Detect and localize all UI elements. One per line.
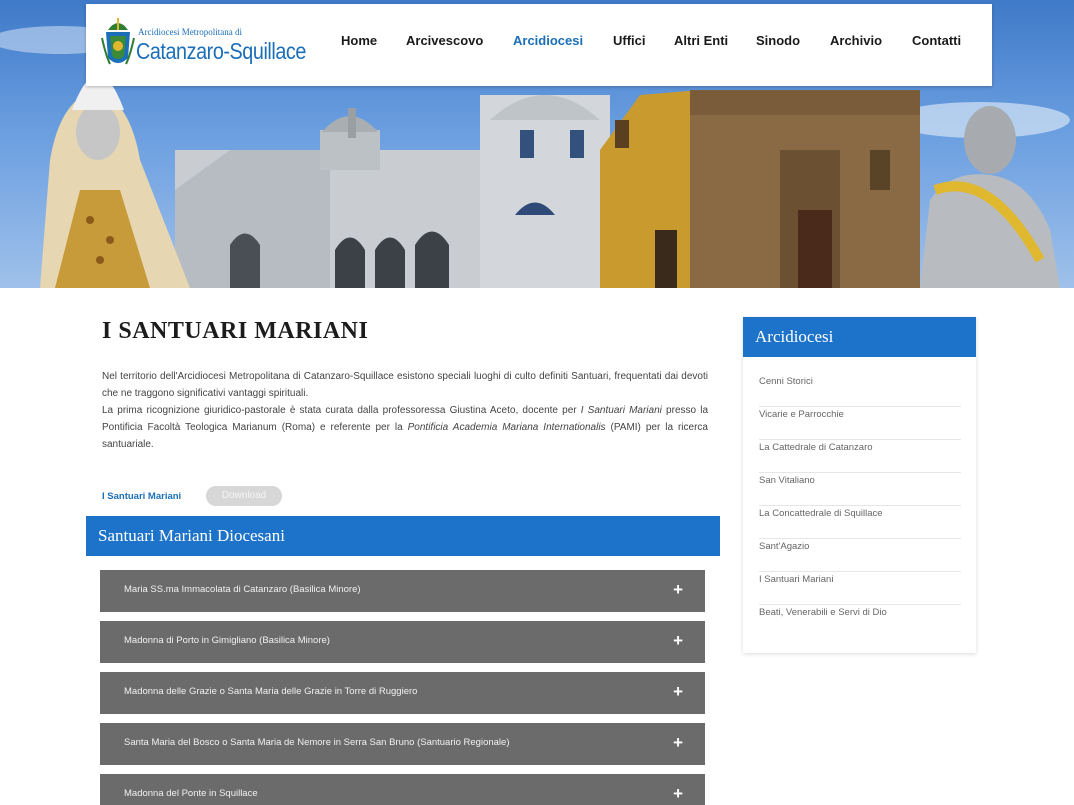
accordion-label: Madonna di Porto in Gimigliano (Basilica… xyxy=(124,635,330,646)
logo-title: Catanzaro-Squillace xyxy=(136,38,306,64)
sidebar-header: Arcidiocesi xyxy=(743,317,976,357)
sidebar: Arcidiocesi Cenni Storici Vicarie e Parr… xyxy=(743,317,976,653)
accordion-label: Maria SS.ma Immacolata di Catanzaro (Bas… xyxy=(124,584,361,595)
plus-icon[interactable]: + xyxy=(673,631,683,651)
site-header: Arcidiocesi Metropolitana di Catanzaro-S… xyxy=(86,4,992,86)
section-header: Santuari Mariani Diocesani xyxy=(86,516,720,556)
accordion-label: Madonna del Ponte in Squillace xyxy=(124,788,258,799)
sidebar-item-san-vitaliano[interactable]: San Vitaliano xyxy=(759,472,961,506)
accordion-item[interactable]: Madonna del Ponte in Squillace + xyxy=(100,774,705,805)
plus-icon[interactable]: + xyxy=(673,733,683,753)
accordion-item[interactable]: Madonna di Porto in Gimigliano (Basilica… xyxy=(100,621,705,663)
plus-icon[interactable]: + xyxy=(673,682,683,702)
nav-home[interactable]: Home xyxy=(341,33,377,48)
section-title: Santuari Mariani Diocesani xyxy=(98,526,285,545)
sidebar-item-beati-venerabili[interactable]: Beati, Venerabili e Servi di Dio xyxy=(759,604,961,637)
site-logo[interactable]: Arcidiocesi Metropolitana di Catanzaro-S… xyxy=(100,14,306,74)
accordion-label: Madonna delle Grazie o Santa Maria delle… xyxy=(124,686,418,697)
coat-of-arms-icon xyxy=(101,18,135,65)
nav-uffici[interactable]: Uffici xyxy=(613,33,646,48)
page-title: I SANTUARI MARIANI xyxy=(102,318,369,344)
sidebar-item-sant-agazio[interactable]: Sant'Agazio xyxy=(759,538,961,572)
nav-archivio[interactable]: Archivio xyxy=(830,33,882,48)
download-button[interactable]: Download xyxy=(206,486,282,506)
sidebar-item-vicarie-parrocchie[interactable]: Vicarie e Parrocchie xyxy=(759,406,961,440)
intro-paragraph-1: Nel territorio dell'Arcidiocesi Metropol… xyxy=(102,371,708,399)
intro-paragraph-2: La prima ricognizione giuridico-pastoral… xyxy=(102,405,709,450)
intro-text: Nel territorio dell'Arcidiocesi Metropol… xyxy=(102,368,708,453)
accordion-item[interactable]: Santa Maria del Bosco o Santa Maria de N… xyxy=(100,723,705,765)
nav-arcivescovo[interactable]: Arcivescovo xyxy=(406,33,483,48)
plus-icon[interactable]: + xyxy=(673,784,683,804)
sidebar-item-concattedrale-squillace[interactable]: La Concattedrale di Squillace xyxy=(759,505,961,539)
nav-contatti[interactable]: Contatti xyxy=(912,33,961,48)
sidebar-title: Arcidiocesi xyxy=(755,327,834,346)
plus-icon[interactable]: + xyxy=(673,580,683,600)
nav-altri-enti[interactable]: Altri Enti xyxy=(674,33,728,48)
download-link[interactable]: I Santuari Mariani xyxy=(102,491,181,502)
sidebar-item-santuari-mariani[interactable]: I Santuari Mariani xyxy=(759,571,961,605)
accordion-label: Santa Maria del Bosco o Santa Maria de N… xyxy=(124,737,510,748)
nav-sinodo[interactable]: Sinodo xyxy=(756,33,800,48)
logo-subtitle: Arcidiocesi Metropolitana di xyxy=(138,27,242,37)
sidebar-item-cenni-storici[interactable]: Cenni Storici xyxy=(759,373,961,407)
accordion-item[interactable]: Madonna delle Grazie o Santa Maria delle… xyxy=(100,672,705,714)
accordion-item[interactable]: Maria SS.ma Immacolata di Catanzaro (Bas… xyxy=(100,570,705,612)
nav-arcidiocesi[interactable]: Arcidiocesi xyxy=(513,33,583,48)
sidebar-item-cattedrale-catanzaro[interactable]: La Cattedrale di Catanzaro xyxy=(759,439,961,473)
